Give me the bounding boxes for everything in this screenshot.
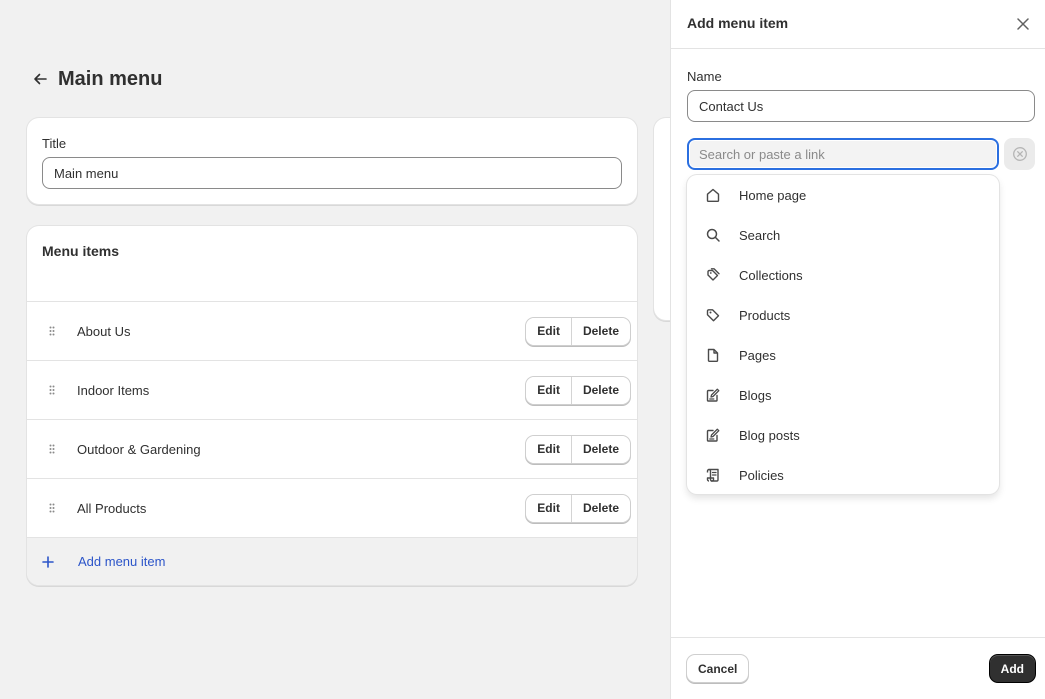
tag-icon: [687, 307, 739, 323]
menu-item-label: Outdoor & Gardening: [77, 441, 201, 457]
menu-item-label: Indoor Items: [77, 382, 150, 398]
search-icon: [687, 227, 739, 243]
menu-item-label: All Products: [77, 500, 147, 516]
edit-button[interactable]: Edit: [526, 376, 571, 404]
compose-icon: [687, 427, 739, 443]
link-search-input[interactable]: Search or paste a link: [687, 138, 999, 170]
drag-handle-icon[interactable]: [27, 326, 77, 336]
option-search[interactable]: Search: [687, 215, 999, 255]
edit-button[interactable]: Edit: [526, 317, 571, 345]
title-input-value: Main menu: [54, 165, 119, 181]
option-policies[interactable]: Policies: [687, 455, 999, 495]
link-search-placeholder: Search or paste a link: [699, 146, 825, 162]
option-label: Blogs: [739, 387, 772, 403]
option-collections[interactable]: Collections: [687, 255, 999, 295]
name-input-value: Contact Us: [699, 98, 764, 114]
row-actions: Edit Delete: [526, 317, 630, 345]
option-blogs[interactable]: Blogs: [687, 375, 999, 415]
option-label: Collections: [739, 267, 803, 283]
title-card: Title Main menu: [27, 118, 637, 204]
compose-icon: [687, 387, 739, 403]
drag-handle-icon[interactable]: [27, 385, 77, 395]
option-blog-posts[interactable]: Blog posts: [687, 415, 999, 455]
delete-button[interactable]: Delete: [570, 317, 630, 345]
page-header: Main menu: [26, 62, 162, 96]
option-label: Home page: [739, 187, 807, 203]
menu-items-heading: Menu items: [42, 243, 120, 259]
row-actions: Edit Delete: [526, 494, 630, 522]
link-options-dropdown: Home page Search Collections Products Pa…: [687, 175, 999, 494]
menu-item-row: Indoor Items Edit Delete: [27, 360, 637, 419]
add-menu-item-row[interactable]: Add menu item: [27, 537, 637, 585]
add-menu-item-panel: Add menu item Name Contact Us Search or …: [670, 0, 1045, 699]
menu-item-row: All Products Edit Delete: [27, 478, 637, 537]
edit-button[interactable]: Edit: [526, 494, 571, 522]
name-input[interactable]: Contact Us: [687, 90, 1035, 122]
option-label: Products: [739, 307, 791, 323]
option-label: Pages: [739, 347, 776, 363]
row-actions: Edit Delete: [526, 376, 630, 404]
option-label: Search: [739, 227, 781, 243]
plus-icon: [27, 555, 69, 568]
arrow-left-icon: [34, 73, 47, 85]
row-actions: Edit Delete: [526, 435, 630, 463]
title-label: Title: [42, 136, 67, 151]
drag-handle-icon[interactable]: [27, 444, 77, 454]
close-button[interactable]: [1012, 13, 1034, 35]
title-input[interactable]: Main menu: [42, 157, 622, 189]
add-menu-item-link[interactable]: Add menu item: [78, 554, 165, 569]
home-icon: [687, 187, 739, 203]
option-products[interactable]: Products: [687, 295, 999, 335]
close-icon: [1017, 18, 1029, 30]
menu-item-label: About Us: [77, 323, 131, 339]
option-label: Blog posts: [739, 427, 800, 443]
menu-item-row: Outdoor & Gardening Edit Delete: [27, 419, 637, 478]
delete-button[interactable]: Delete: [570, 376, 630, 404]
panel-title: Add menu item: [687, 15, 789, 31]
add-button[interactable]: Add: [989, 655, 1035, 682]
circle-x-icon: [1012, 147, 1027, 161]
menu-items-card: Menu items About Us Edit Delete Indoor I…: [27, 226, 637, 585]
receipt-icon: [687, 467, 739, 483]
panel-header: Add menu item: [671, 0, 1045, 49]
option-label: Policies: [739, 467, 784, 483]
edit-button[interactable]: Edit: [526, 435, 571, 463]
option-home-page[interactable]: Home page: [687, 175, 999, 215]
name-label: Name: [687, 69, 722, 84]
menu-item-row: About Us Edit Delete: [27, 301, 637, 360]
cancel-button[interactable]: Cancel: [687, 655, 749, 682]
delete-button[interactable]: Delete: [570, 435, 630, 463]
clear-link-button[interactable]: [1004, 138, 1035, 170]
drag-handle-icon[interactable]: [27, 503, 77, 513]
page-icon: [687, 347, 739, 363]
option-pages[interactable]: Pages: [687, 335, 999, 375]
page-title: Main menu: [58, 67, 163, 90]
back-button[interactable]: [26, 65, 54, 93]
delete-button[interactable]: Delete: [570, 494, 630, 522]
tags-icon: [687, 267, 739, 283]
panel-footer: Cancel Add: [671, 637, 1045, 699]
